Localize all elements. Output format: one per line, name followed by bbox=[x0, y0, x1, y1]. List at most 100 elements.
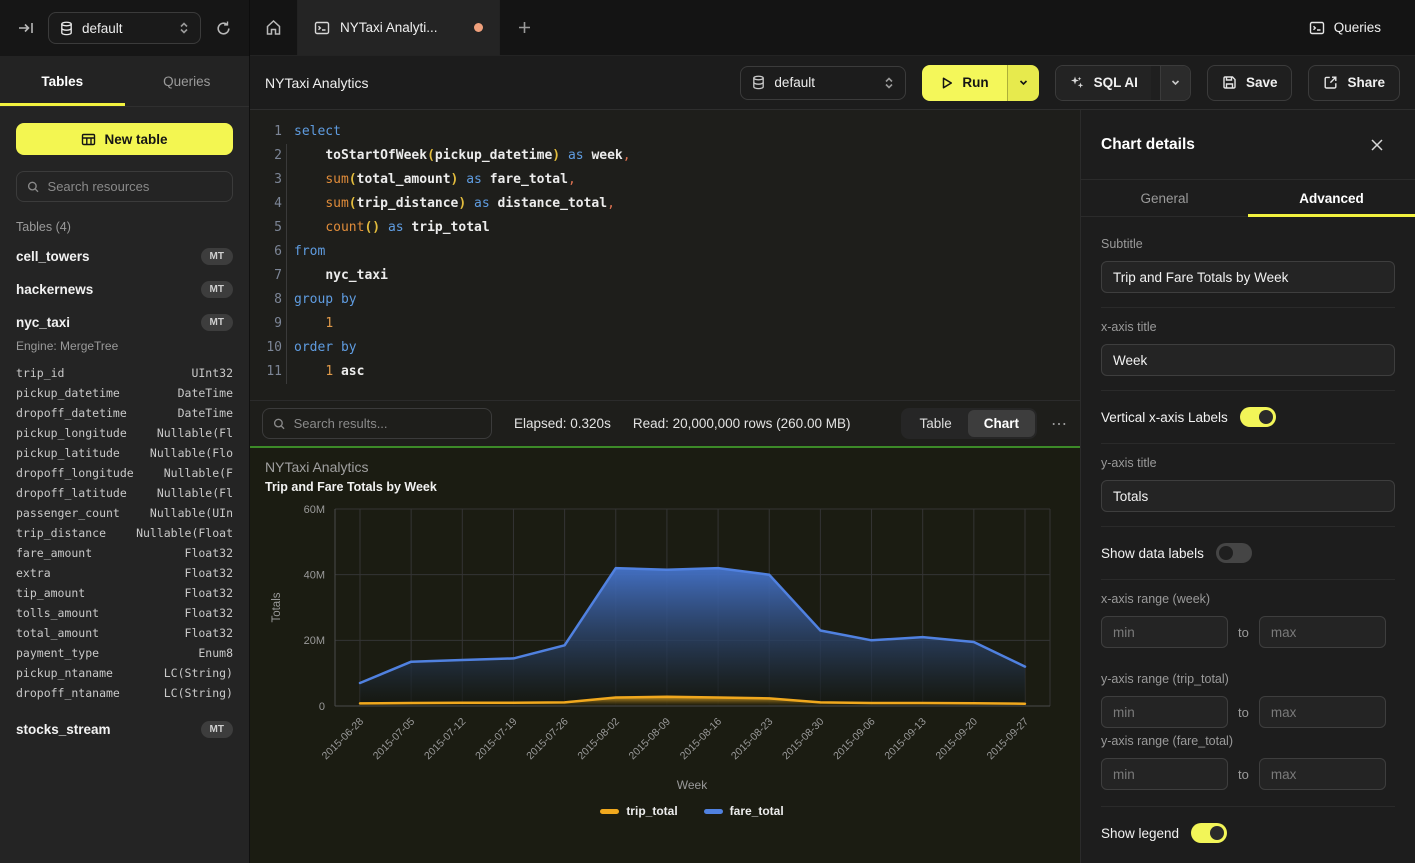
column-row: dropoff_datetimeDateTime bbox=[0, 403, 249, 423]
column-row: tolls_amountFloat32 bbox=[0, 603, 249, 623]
column-row: payment_typeEnum8 bbox=[0, 643, 249, 663]
column-row: pickup_longitudeNullable(Fl bbox=[0, 423, 249, 443]
tab-title: NYTaxi Analyti... bbox=[340, 20, 464, 35]
chevron-down-icon bbox=[1018, 77, 1029, 88]
chart-subtitle: Trip and Fare Totals by Week bbox=[265, 480, 437, 494]
toggle-knob bbox=[1219, 546, 1233, 560]
queries-top-label: Queries bbox=[1334, 20, 1381, 35]
database-selector[interactable]: default bbox=[48, 12, 201, 44]
column-row: pickup_latitudeNullable(Flo bbox=[0, 443, 249, 463]
yaxis-range-fare-max[interactable] bbox=[1259, 758, 1386, 790]
line-number: 11 bbox=[250, 360, 282, 384]
chart-xaxis-title: Week bbox=[304, 778, 1080, 792]
save-button[interactable]: Save bbox=[1207, 65, 1293, 101]
close-panel-button[interactable] bbox=[1365, 133, 1389, 157]
view-toggle-table[interactable]: Table bbox=[903, 410, 967, 437]
legend-item[interactable]: trip_total bbox=[600, 804, 677, 818]
line-number: 3 bbox=[250, 168, 282, 192]
show-legend-label: Show legend bbox=[1101, 826, 1179, 841]
panel-tab-advanced[interactable]: Advanced bbox=[1248, 180, 1415, 216]
sidebar: Tables Queries New table Tables (4) cell… bbox=[0, 56, 250, 863]
sidebar-tab-queries[interactable]: Queries bbox=[125, 56, 250, 106]
code-line: 8group by bbox=[250, 288, 1080, 312]
run-button[interactable]: Run bbox=[922, 65, 1038, 101]
show-legend-toggle[interactable] bbox=[1191, 823, 1227, 843]
xaxis-title-field[interactable] bbox=[1101, 344, 1395, 376]
table-row[interactable]: nyc_taxiMT bbox=[0, 306, 249, 339]
vertical-xaxis-labels-toggle[interactable] bbox=[1240, 407, 1276, 427]
results-search-input[interactable] bbox=[294, 416, 481, 431]
results-chart-area: 020M40M60M2015-06-282015-07-052015-07-12… bbox=[250, 448, 1080, 863]
yaxis-title-field[interactable] bbox=[1101, 480, 1395, 512]
new-tab-button[interactable] bbox=[500, 0, 548, 55]
refresh-button[interactable] bbox=[211, 16, 235, 40]
new-table-button[interactable]: New table bbox=[16, 123, 233, 155]
panel-tab-general[interactable]: General bbox=[1081, 180, 1248, 216]
svg-text:2015-09-20: 2015-09-20 bbox=[933, 716, 980, 763]
run-options-caret[interactable] bbox=[1007, 65, 1039, 101]
queries-top-button[interactable]: Queries bbox=[1299, 0, 1415, 55]
sql-ai-caret[interactable] bbox=[1160, 66, 1190, 100]
unsaved-dot bbox=[474, 23, 483, 32]
play-icon bbox=[940, 76, 954, 90]
range-to-label: to bbox=[1238, 625, 1249, 640]
xaxis-range-max[interactable] bbox=[1259, 616, 1386, 648]
share-icon bbox=[1323, 75, 1338, 90]
sidebar-tab-tables[interactable]: Tables bbox=[0, 56, 125, 106]
sql-ai-button[interactable]: SQL AI bbox=[1055, 65, 1191, 101]
svg-text:Totals: Totals bbox=[271, 592, 283, 622]
yaxis-range-fare-min[interactable] bbox=[1101, 758, 1228, 790]
column-row: passenger_countNullable(UIn bbox=[0, 503, 249, 523]
svg-text:2015-07-12: 2015-07-12 bbox=[422, 716, 469, 763]
chevron-down-icon bbox=[1170, 77, 1181, 88]
column-row: pickup_ntanameLC(String) bbox=[0, 663, 249, 683]
yaxis-range-trip-row: to bbox=[1101, 696, 1395, 728]
table-row[interactable]: hackernewsMT bbox=[0, 273, 249, 306]
table-row[interactable]: stocks_streamMT bbox=[0, 713, 249, 746]
tab-nytaxi-analytics[interactable]: NYTaxi Analyti... bbox=[298, 0, 500, 55]
database-selector-query[interactable]: default bbox=[740, 66, 906, 100]
divider bbox=[1101, 806, 1395, 807]
xaxis-range-min[interactable] bbox=[1101, 616, 1228, 648]
svg-text:2015-09-06: 2015-09-06 bbox=[831, 716, 878, 763]
share-button[interactable]: Share bbox=[1308, 65, 1400, 101]
subtitle-field[interactable] bbox=[1101, 261, 1395, 293]
column-row: trip_idUInt32 bbox=[0, 363, 249, 383]
save-icon bbox=[1222, 75, 1237, 90]
sql-editor[interactable]: 1select2 toStartOfWeek(pickup_datetime) … bbox=[250, 110, 1080, 400]
table-icon bbox=[81, 132, 96, 147]
chart-details-panel: Chart details General Advanced Subtitle … bbox=[1080, 110, 1415, 863]
view-toggle-chart[interactable]: Chart bbox=[968, 410, 1035, 437]
collapse-sidebar-button[interactable] bbox=[14, 16, 38, 40]
column-row: dropoff_longitudeNullable(F bbox=[0, 463, 249, 483]
code-line: 9 1 bbox=[250, 312, 1080, 336]
column-row: dropoff_ntanameLC(String) bbox=[0, 683, 249, 703]
yaxis-title-field-label: y-axis title bbox=[1101, 456, 1395, 470]
code-line: 1select bbox=[250, 120, 1080, 144]
column-row: pickup_datetimeDateTime bbox=[0, 383, 249, 403]
column-row: dropoff_latitudeNullable(Fl bbox=[0, 483, 249, 503]
database-selector-value: default bbox=[82, 21, 170, 36]
line-number: 10 bbox=[250, 336, 282, 360]
svg-text:2015-09-13: 2015-09-13 bbox=[882, 716, 929, 763]
tables-list: cell_towersMThackernewsMTnyc_taxiMTEngin… bbox=[0, 240, 249, 746]
new-table-label: New table bbox=[104, 132, 167, 147]
home-button[interactable] bbox=[250, 0, 298, 55]
table-row[interactable]: cell_towersMT bbox=[0, 240, 249, 273]
divider bbox=[1101, 443, 1395, 444]
chevron-updown-icon bbox=[178, 21, 190, 35]
show-data-labels-toggle[interactable] bbox=[1216, 543, 1252, 563]
sidebar-tabs: Tables Queries bbox=[0, 56, 249, 107]
svg-text:2015-07-05: 2015-07-05 bbox=[371, 716, 418, 763]
yaxis-range-trip-max[interactable] bbox=[1259, 696, 1386, 728]
sidebar-search-input[interactable] bbox=[48, 179, 222, 194]
xaxis-range-label: x-axis range (week) bbox=[1101, 592, 1395, 606]
code-line: 5 count() as trip_total bbox=[250, 216, 1080, 240]
query-title: NYTaxi Analytics bbox=[265, 75, 368, 91]
sidebar-search bbox=[16, 171, 233, 202]
yaxis-range-trip-min[interactable] bbox=[1101, 696, 1228, 728]
chevron-updown-icon bbox=[883, 76, 895, 90]
legend-item[interactable]: fare_total bbox=[704, 804, 784, 818]
svg-text:2015-07-19: 2015-07-19 bbox=[473, 716, 520, 763]
more-options-button[interactable]: ⋯ bbox=[1051, 414, 1068, 434]
